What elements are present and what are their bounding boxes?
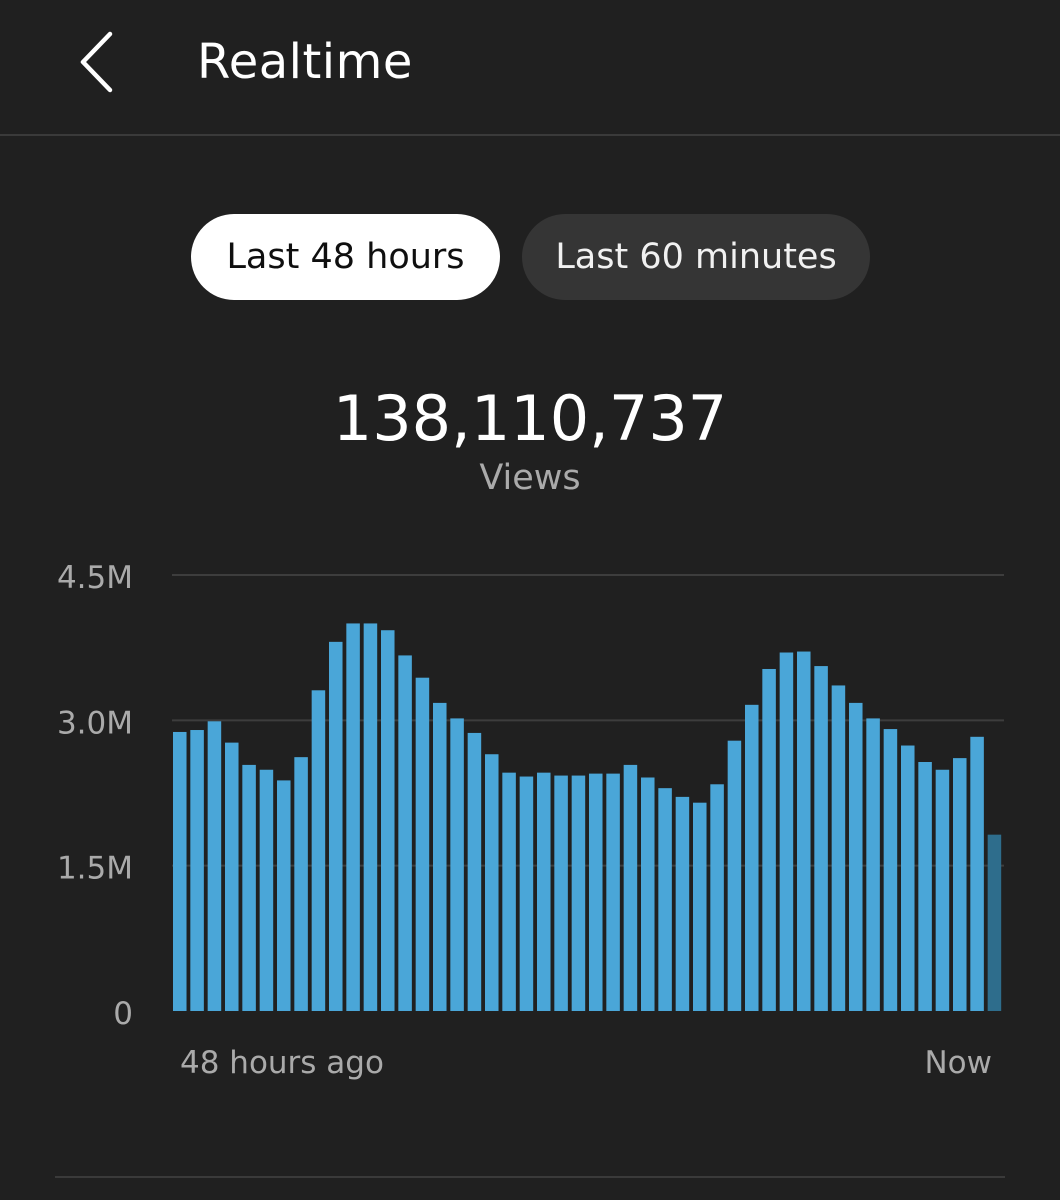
y-tick-label: 4.5M (57, 560, 133, 596)
bar[interactable] (537, 772, 551, 1011)
chevron-left-icon (80, 31, 113, 93)
bar[interactable] (693, 802, 707, 1011)
y-tick-label: 3.0M (57, 705, 133, 741)
bar[interactable] (745, 704, 759, 1011)
tab-last-48-hours[interactable]: Last 48 hours (191, 214, 500, 300)
bar[interactable] (173, 731, 187, 1011)
bar[interactable] (519, 776, 534, 1011)
x-label-end: Now (924, 1045, 992, 1081)
bar[interactable] (589, 773, 603, 1011)
y-tick-label: 1.5M (57, 851, 133, 887)
bar[interactable] (207, 721, 222, 1011)
bar[interactable] (259, 769, 274, 1011)
metric-label: Views (479, 458, 581, 498)
bar[interactable] (814, 666, 828, 1011)
bar[interactable] (710, 784, 724, 1011)
bar[interactable] (554, 775, 568, 1011)
section-divider (55, 1176, 1005, 1178)
bar[interactable] (242, 764, 256, 1011)
bar[interactable] (502, 772, 516, 1011)
bar[interactable] (190, 730, 204, 1011)
bar[interactable] (311, 690, 326, 1011)
y-tick-label: 0 (113, 996, 133, 1032)
bar[interactable] (918, 762, 932, 1011)
page-title: Realtime (197, 34, 413, 90)
bar[interactable] (953, 758, 967, 1011)
bar[interactable] (623, 764, 638, 1011)
bar[interactable] (450, 718, 464, 1011)
tab-last-60-minutes[interactable]: Last 60 minutes (522, 214, 870, 300)
bar[interactable] (433, 702, 447, 1011)
chart-bars (173, 623, 1002, 1012)
bar[interactable] (294, 757, 308, 1011)
bar[interactable] (727, 740, 742, 1011)
bar[interactable] (329, 641, 343, 1011)
bar[interactable] (970, 736, 984, 1011)
bar[interactable] (571, 775, 586, 1011)
bar[interactable] (467, 732, 482, 1011)
bar[interactable] (415, 677, 430, 1011)
bar[interactable] (398, 655, 412, 1011)
bar-current-hour[interactable] (987, 834, 1002, 1011)
views-bar-chart: 4.5M 3.0M 1.5M 0 48 hours ago Now (57, 560, 1004, 1081)
x-label-start: 48 hours ago (180, 1045, 384, 1081)
bar[interactable] (658, 788, 672, 1011)
bar[interactable] (606, 773, 620, 1011)
bar[interactable] (363, 623, 378, 1011)
bar[interactable] (277, 780, 291, 1011)
bar[interactable] (346, 623, 360, 1011)
bar[interactable] (797, 651, 811, 1011)
back-button[interactable] (60, 22, 140, 102)
bar[interactable] (831, 685, 846, 1011)
bar[interactable] (779, 652, 794, 1011)
bar[interactable] (901, 745, 915, 1011)
bar[interactable] (381, 630, 395, 1011)
header-divider (0, 134, 1060, 136)
app-header: Realtime (0, 0, 1060, 136)
total-views-count: 138,110,737 (332, 382, 728, 455)
bar[interactable] (641, 777, 655, 1012)
bar[interactable] (935, 769, 950, 1011)
bar[interactable] (675, 796, 690, 1011)
bar[interactable] (866, 718, 880, 1011)
bar[interactable] (225, 742, 239, 1011)
bar[interactable] (762, 668, 776, 1011)
bar[interactable] (485, 754, 499, 1011)
bar[interactable] (849, 702, 863, 1011)
bar[interactable] (883, 729, 898, 1011)
